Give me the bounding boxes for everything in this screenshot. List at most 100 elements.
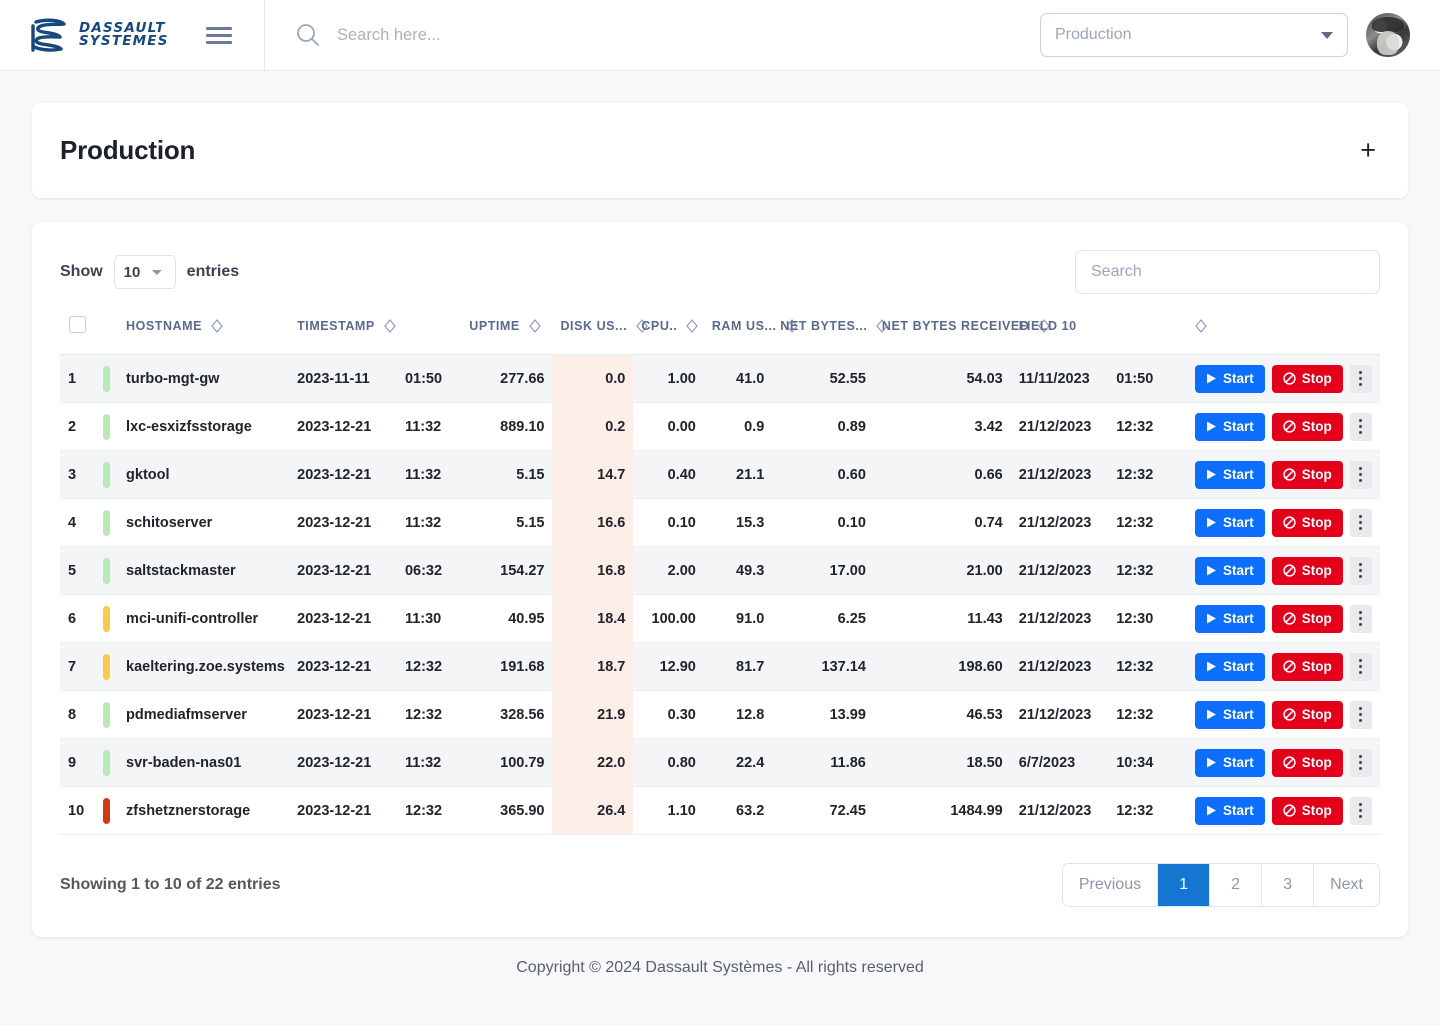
- pagination-page-2[interactable]: 2: [1210, 864, 1262, 906]
- pagination-previous[interactable]: Previous: [1063, 864, 1158, 906]
- stop-button[interactable]: Stop: [1272, 557, 1343, 585]
- th-net-bytes-received-label: NET BYTES RECEIVED: [882, 319, 1029, 333]
- table-row[interactable]: 5saltstackmaster2023-12-2106:32154.2716.…: [60, 547, 1380, 595]
- sort-icon[interactable]: [529, 319, 541, 333]
- more-options-icon[interactable]: [1350, 653, 1372, 681]
- stop-button[interactable]: Stop: [1272, 701, 1343, 729]
- cell-disk-usage: 0.0: [552, 355, 633, 403]
- cell-hostname: gktool: [118, 451, 289, 499]
- start-button[interactable]: Start: [1195, 461, 1265, 489]
- environment-selector[interactable]: Production: [1040, 13, 1348, 57]
- table-row[interactable]: 4schitoserver2023-12-2111:325.1516.60.10…: [60, 499, 1380, 547]
- th-timestamp[interactable]: TIMESTAMP: [289, 306, 461, 355]
- more-options-icon[interactable]: [1350, 365, 1372, 393]
- cell-timestamp-date: 2023-12-21: [289, 595, 397, 643]
- th-disk-usage-label: DISK US...: [560, 319, 627, 333]
- more-options-icon[interactable]: [1350, 797, 1372, 825]
- more-options-icon[interactable]: [1350, 461, 1372, 489]
- table-row[interactable]: 7kaeltering.zoe.systems2023-12-2112:3219…: [60, 643, 1380, 691]
- start-button[interactable]: Start: [1195, 749, 1265, 777]
- sort-icon[interactable]: [1195, 319, 1207, 333]
- stop-button[interactable]: Stop: [1272, 365, 1343, 393]
- top-navigation-bar: DASSAULT SYSTEMES Production: [0, 0, 1440, 71]
- more-options-icon[interactable]: [1350, 413, 1372, 441]
- pagination-page-1[interactable]: 1: [1158, 864, 1210, 906]
- table-row[interactable]: 1turbo-mgt-gw2023-11-1101:50277.660.01.0…: [60, 355, 1380, 403]
- stop-button[interactable]: Stop: [1272, 797, 1343, 825]
- stop-button-label: Stop: [1302, 659, 1332, 674]
- cell-hostname: schitoserver: [118, 499, 289, 547]
- pagination-next[interactable]: Next: [1314, 864, 1379, 906]
- cell-timestamp-date: 2023-12-21: [289, 691, 397, 739]
- table-row[interactable]: 8pdmediafmserver2023-12-2112:32328.5621.…: [60, 691, 1380, 739]
- start-button[interactable]: Start: [1195, 797, 1265, 825]
- cell-field-10-time: 12:32: [1108, 403, 1187, 451]
- select-all-checkbox[interactable]: [69, 316, 86, 333]
- th-field-10[interactable]: FIELD 10: [1011, 306, 1187, 355]
- add-button[interactable]: +: [1356, 137, 1380, 164]
- stop-button[interactable]: Stop: [1272, 509, 1343, 537]
- cell-net-bytes-received: 11.43: [874, 595, 1011, 643]
- more-options-icon[interactable]: [1350, 749, 1372, 777]
- stop-button-label: Stop: [1302, 563, 1332, 578]
- cell-timestamp-date: 2023-11-11: [289, 355, 397, 403]
- row-status-cell: [95, 499, 118, 547]
- cell-actions: Start Stop: [1187, 547, 1380, 595]
- th-hostname[interactable]: HOSTNAME: [118, 306, 289, 355]
- th-net-bytes-received[interactable]: NET BYTES RECEIVED: [874, 306, 1011, 355]
- stop-button[interactable]: Stop: [1272, 605, 1343, 633]
- cell-disk-usage: 16.8: [552, 547, 633, 595]
- page-size-select[interactable]: 10: [114, 255, 176, 289]
- row-status-cell: [95, 643, 118, 691]
- start-button[interactable]: Start: [1195, 653, 1265, 681]
- hamburger-icon[interactable]: [206, 27, 232, 44]
- cell-net-bytes-received: 46.53: [874, 691, 1011, 739]
- more-options-icon[interactable]: [1350, 509, 1372, 537]
- cell-net-bytes-received: 0.74: [874, 499, 1011, 547]
- stop-button[interactable]: Stop: [1272, 653, 1343, 681]
- start-button[interactable]: Start: [1195, 413, 1265, 441]
- start-button[interactable]: Start: [1195, 509, 1265, 537]
- cell-hostname: mci-unifi-controller: [118, 595, 289, 643]
- more-options-icon[interactable]: [1350, 605, 1372, 633]
- pagination-page-3[interactable]: 3: [1262, 864, 1314, 906]
- stop-button[interactable]: Stop: [1272, 413, 1343, 441]
- table-row[interactable]: 10zfshetznerstorage2023-12-2112:32365.90…: [60, 787, 1380, 835]
- more-options-icon[interactable]: [1350, 701, 1372, 729]
- table-row[interactable]: 2lxc-esxizfsstorage2023-12-2111:32889.10…: [60, 403, 1380, 451]
- global-search-input[interactable]: [337, 22, 897, 49]
- start-button-label: Start: [1223, 563, 1254, 578]
- th-net-bytes-sent[interactable]: NET BYTES...: [772, 306, 874, 355]
- table-row[interactable]: 6mci-unifi-controller2023-12-2111:3040.9…: [60, 595, 1380, 643]
- sort-icon[interactable]: [384, 319, 396, 333]
- table-row[interactable]: 3gktool2023-12-2111:325.1514.70.4021.10.…: [60, 451, 1380, 499]
- row-index: 4: [60, 499, 95, 547]
- th-disk-usage[interactable]: DISK US...: [552, 306, 633, 355]
- start-button[interactable]: Start: [1195, 701, 1265, 729]
- row-status-cell: [95, 595, 118, 643]
- start-button[interactable]: Start: [1195, 557, 1265, 585]
- table-row[interactable]: 9svr-baden-nas012023-12-2111:32100.7922.…: [60, 739, 1380, 787]
- stop-button[interactable]: Stop: [1272, 461, 1343, 489]
- dassault-systemes-logo[interactable]: DASSAULT SYSTEMES: [30, 18, 169, 52]
- stop-button[interactable]: Stop: [1272, 749, 1343, 777]
- start-button[interactable]: Start: [1195, 605, 1265, 633]
- start-button[interactable]: Start: [1195, 365, 1265, 393]
- cell-field-10-time: 12:32: [1108, 451, 1187, 499]
- site-footer: Copyright © 2024 Dassault Systèmes - All…: [32, 937, 1408, 977]
- search-icon[interactable]: [295, 22, 321, 48]
- sort-icon[interactable]: [211, 319, 223, 333]
- more-options-icon[interactable]: [1350, 557, 1372, 585]
- th-uptime[interactable]: UPTIME: [461, 306, 552, 355]
- th-cpu[interactable]: CPU..: [633, 306, 704, 355]
- table-search-input[interactable]: [1075, 250, 1380, 294]
- cell-cpu: 0.10: [633, 499, 704, 547]
- ban-icon: [1283, 420, 1296, 433]
- cell-actions: StartStop: [1187, 739, 1380, 787]
- row-status-cell: [95, 355, 118, 403]
- sort-icon[interactable]: [686, 319, 698, 333]
- start-button-label: Start: [1223, 803, 1254, 818]
- avatar[interactable]: [1366, 13, 1410, 57]
- th-ram-usage[interactable]: RAM US...: [704, 306, 772, 355]
- ban-icon: [1283, 564, 1296, 577]
